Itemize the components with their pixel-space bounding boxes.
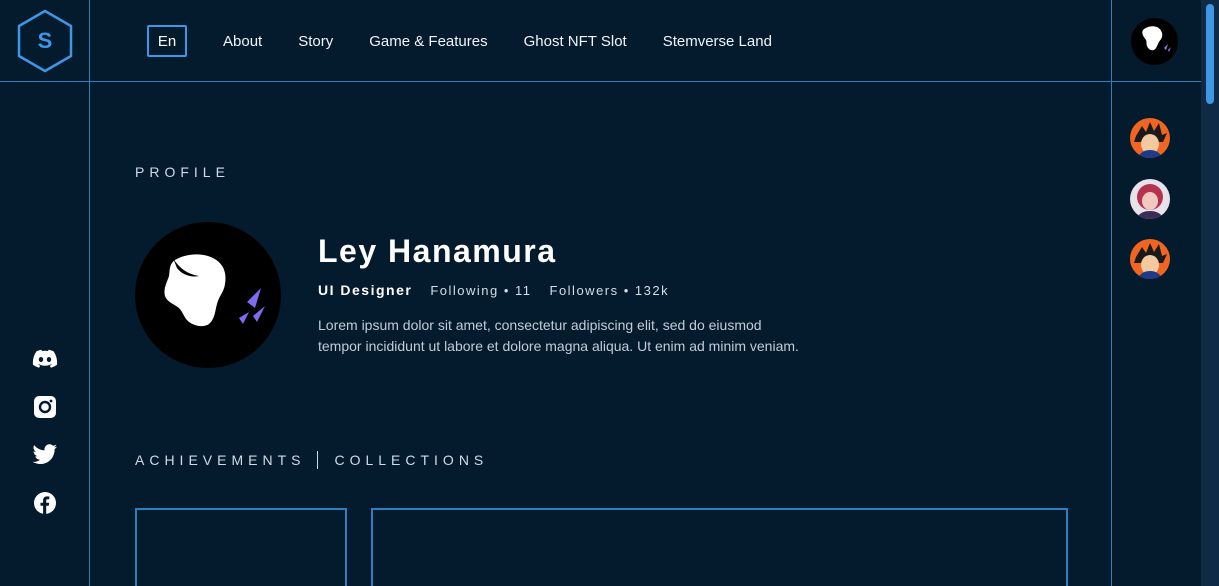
collection-card[interactable]	[371, 508, 1068, 586]
profile-avatar	[135, 222, 281, 368]
right-rail	[1112, 0, 1201, 586]
app-frame: S En About Story Game & Features Ghost N…	[0, 0, 1201, 586]
header-divider	[0, 81, 1201, 82]
nav-about[interactable]: About	[223, 33, 262, 50]
section-tabs: ACHIEVEMENTS COLLECTIONS	[135, 451, 488, 469]
bio-line-1: Lorem ipsum dolor sit amet, consectetur …	[318, 317, 762, 333]
top-nav: En About Story Game & Features Ghost NFT…	[147, 25, 808, 57]
friend-avatar-2[interactable]	[1130, 179, 1170, 219]
following-count[interactable]: Following • 11	[430, 283, 531, 298]
tab-achievements[interactable]: ACHIEVEMENTS	[135, 452, 305, 468]
profile-section-label: PROFILE	[135, 164, 230, 180]
profile-role: UI Designer	[318, 282, 413, 298]
discord-icon[interactable]	[32, 346, 58, 372]
nav-ghost-nft-slot[interactable]: Ghost NFT Slot	[524, 33, 627, 50]
nav-story[interactable]: Story	[298, 33, 333, 50]
page-scrollbar[interactable]	[1201, 0, 1219, 586]
logo[interactable]: S	[0, 0, 90, 82]
user-avatar[interactable]	[1131, 18, 1178, 65]
instagram-icon[interactable]	[32, 394, 58, 420]
tab-collections[interactable]: COLLECTIONS	[334, 452, 488, 468]
twitter-icon[interactable]	[32, 442, 58, 468]
friend-avatar-1[interactable]	[1130, 118, 1170, 158]
profile-name: Ley Hanamura	[318, 233, 557, 269]
scrollbar-thumb[interactable]	[1206, 4, 1214, 104]
profile-meta: UI Designer Following • 11 Followers • 1…	[318, 282, 687, 298]
bio-line-2: tempor incididunt ut labore et dolore ma…	[318, 338, 799, 354]
friend-avatar-3[interactable]	[1130, 239, 1170, 279]
logo-letter: S	[37, 28, 53, 53]
nav-game-features[interactable]: Game & Features	[369, 33, 487, 50]
profile-bio: Lorem ipsum dolor sit amet, consectetur …	[318, 315, 858, 357]
achievement-card[interactable]	[135, 508, 347, 586]
nav-stemverse-land[interactable]: Stemverse Land	[663, 33, 772, 50]
tab-divider	[317, 451, 319, 469]
facebook-icon[interactable]	[32, 490, 58, 516]
language-button[interactable]: En	[147, 25, 187, 57]
followers-count[interactable]: Followers • 132k	[550, 283, 670, 298]
social-links	[0, 346, 90, 516]
logo-hexagon: S	[16, 9, 74, 73]
